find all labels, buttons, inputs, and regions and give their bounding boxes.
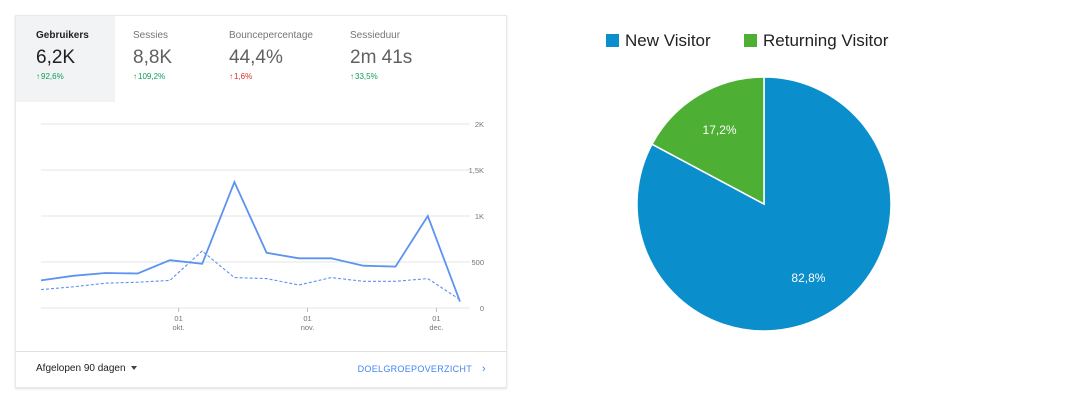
tab-value: 8,8K — [133, 47, 173, 68]
analytics-card: Gebruikers 6,2K ↑92,6% Sessies 8,8K ↑109… — [15, 15, 507, 388]
audience-overview-label: DOELGROEPOVERZICHT — [357, 364, 473, 374]
tab-label: Bouncepercentage — [229, 30, 313, 41]
tab-label: Sessieduur — [350, 30, 401, 41]
arrow-up-icon: ↑ — [350, 72, 354, 81]
tab-delta: ↑33,5% — [350, 72, 378, 81]
legend-swatch — [606, 34, 619, 47]
card-footer: Afgelopen 90 dagen DOELGROEPOVERZICHT › — [16, 351, 506, 387]
x-tick-month: nov. — [301, 323, 315, 332]
tab-sessieduur[interactable]: Sessieduur 2m 41s ↑33,5% — [330, 16, 450, 102]
tab-value: 6,2K — [36, 47, 76, 68]
x-tick-day: 01 — [303, 314, 311, 323]
x-tick-day: 01 — [432, 314, 440, 323]
tab-value: 44,4% — [229, 47, 283, 68]
tab-label: Gebruikers — [36, 30, 89, 41]
audience-overview-link[interactable]: DOELGROEPOVERZICHT › — [358, 363, 486, 375]
arrow-up-icon: ↑ — [229, 72, 233, 81]
date-range-dropdown[interactable]: Afgelopen 90 dagen — [36, 363, 137, 374]
y-tick-label: 1,5K — [469, 166, 484, 175]
pie-slice-label: 17,2% — [703, 123, 737, 137]
tab-label: Sessies — [133, 30, 169, 41]
visitor-pie-chart: 82,8% 17,2% — [636, 76, 892, 332]
arrow-up-icon: ↑ — [133, 72, 137, 81]
legend-label: New Visitor — [625, 31, 711, 50]
legend-item-returning-visitor[interactable]: Returning Visitor — [744, 31, 888, 51]
y-tick-label: 1K — [475, 212, 484, 221]
legend-swatch — [744, 34, 757, 47]
tab-delta: ↑109,2% — [133, 72, 166, 81]
tab-value: 2m 41s — [350, 47, 413, 68]
chevron-right-icon: › — [482, 363, 486, 375]
date-range-label: Afgelopen 90 dagen — [36, 363, 126, 374]
y-tick-label: 2K — [475, 120, 484, 129]
y-tick-label: 500 — [471, 258, 484, 267]
x-tick-month: dec. — [429, 323, 443, 332]
pie-slice-label: 82,8% — [791, 271, 825, 285]
x-tick-month: okt. — [173, 323, 185, 332]
series-line-previous — [40, 250, 461, 301]
users-line-chart: 2K1,5K1K500001okt.01nov.01dec. — [40, 120, 484, 332]
tab-gebruikers[interactable]: Gebruikers 6,2K ↑92,6% — [16, 16, 115, 102]
legend-label: Returning Visitor — [763, 31, 889, 50]
tab-delta: ↑1,6% — [229, 72, 253, 81]
tab-delta: ↑92,6% — [36, 72, 64, 81]
metric-tabs: Gebruikers 6,2K ↑92,6% Sessies 8,8K ↑109… — [16, 16, 506, 102]
caret-down-icon — [130, 366, 137, 371]
arrow-up-icon: ↑ — [36, 72, 40, 81]
legend-item-new-visitor[interactable]: New Visitor — [606, 31, 711, 51]
x-tick-day: 01 — [174, 314, 182, 323]
series-line-current — [40, 179, 461, 302]
tab-sessies[interactable]: Sessies 8,8K ↑109,2% — [113, 16, 212, 102]
tab-bouncepercentage[interactable]: Bouncepercentage 44,4% ↑1,6% — [209, 16, 329, 102]
y-tick-label: 0 — [480, 304, 484, 313]
